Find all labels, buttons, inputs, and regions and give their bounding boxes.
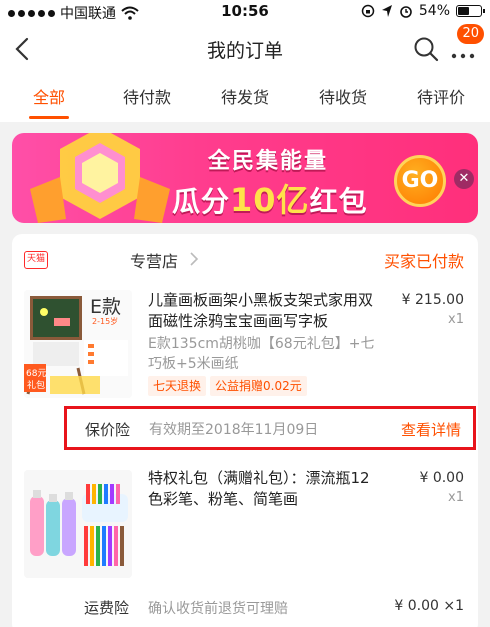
tab-pending-payment[interactable]: 待付款 [98,74,196,122]
product-thumbnail [24,470,132,578]
shop-name: 专营店 [130,252,179,271]
product-title: 儿童画板画架小黑板支架式家用双面磁性涂鸦宝宝画画写字板 [148,291,374,330]
order-item[interactable]: 特权礼包（满赠礼包）：漂流瓶12色彩笔、粉笔、简笔画 ¥ 0.00 x1 [12,462,478,578]
nav-bar: 我的订单 20 [0,24,490,74]
freight-insurance-desc: 确认收货前退货可理赔 [148,601,288,617]
banner-close-icon[interactable]: ✕ [454,169,474,189]
thumb-age: 2-15岁 [92,317,119,326]
shop-header[interactable]: 天猫 专营店 买家已付款 [12,234,478,284]
tab-pending-receipt[interactable]: 待收货 [294,74,392,122]
tab-pending-shipment[interactable]: 待发货 [196,74,294,122]
banner-sub-post: 红包 [309,185,368,218]
product-qty: x1 [448,490,464,505]
promo-banner[interactable]: 全民集能量 瓜分10亿红包 GO ✕ [12,133,478,223]
order-status: 买家已付款 [383,252,464,271]
battery-fill [458,7,469,15]
product-qty: x1 [448,312,464,327]
order-card: 天猫 专营店 买家已付款 E款 2-15岁 68元 礼包 儿童画板画架小黑板支架… [12,234,478,627]
tab-pending-review[interactable]: 待评价 [392,74,490,122]
chevron-right-icon [190,252,199,266]
banner-sub-big: 10亿 [230,181,310,219]
product-sku: E款135cm胡桃咖【68元礼包】+七巧板+5米画纸 [148,336,375,372]
banner-go-button[interactable]: GO [394,155,446,207]
freight-insurance-row[interactable]: 运费险 确认收货前退货可理赔 ¥ 0.00 ×1 [12,592,478,622]
freight-insurance-price: ¥ 0.00 ×1 [394,598,464,614]
order-item[interactable]: E款 2-15岁 68元 礼包 儿童画板画架小黑板支架式家用双面磁性涂鸦宝宝画画… [12,290,478,400]
product-price: ¥ 215.00 [401,292,464,308]
product-thumbnail: E款 2-15岁 68元 礼包 [24,290,132,398]
freight-insurance-label: 运费险 [84,599,130,617]
product-price: ¥ 0.00 [419,470,464,486]
banner-subtitle: 瓜分10亿红包 [172,175,368,221]
thumb-model: E款 [90,296,122,318]
price-protection-desc: 有效期至2018年11月09日 [149,422,319,438]
tab-all[interactable]: 全部 [0,74,98,122]
product-title: 特权礼包（满赠礼包）：漂流瓶12色彩笔、粉笔、简笔画 [148,469,370,508]
battery-percent: 54% [418,3,450,19]
status-bar: 中国联通 10:56 54% [0,0,490,24]
tmall-icon: 天猫 [24,251,48,269]
return-tag: 七天退换 [148,376,207,396]
order-tabs: 全部 待付款 待发货 待收货 待评价 [0,74,490,122]
rotation-lock-icon [361,4,375,18]
crystal-gem-icon [30,133,170,223]
markers-gift-image [24,470,132,578]
search-icon[interactable] [412,35,440,63]
view-details-link[interactable]: 查看详情 [401,419,461,440]
battery-icon [456,5,485,17]
charity-tag: 公益捐赠0.02元 [210,376,307,396]
location-icon [381,5,392,17]
price-protection-row[interactable]: 保价险 有效期至2018年11月09日 查看详情 [64,406,476,450]
price-protection-label: 保价险 [85,421,131,439]
banner-title: 全民集能量 [208,149,329,174]
message-badge: 20 [457,24,484,44]
banner-sub-pre: 瓜分 [172,185,231,218]
thumb-gift2: 礼包 [27,381,46,391]
alarm-icon [400,6,412,18]
status-right: 54% [361,3,485,19]
